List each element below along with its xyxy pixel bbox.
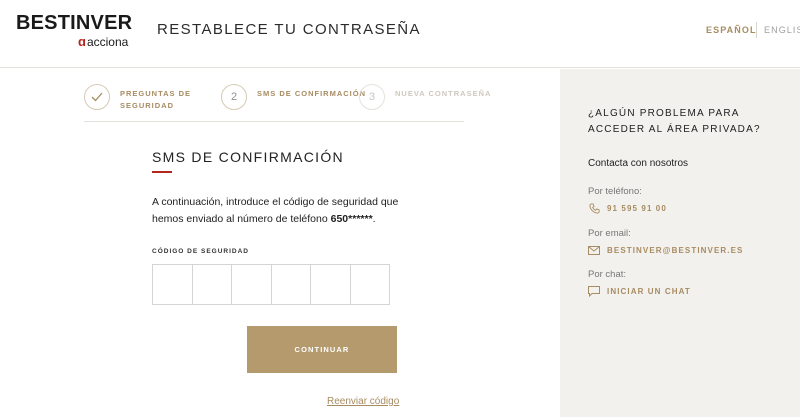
phone-link[interactable]: 91 595 91 00 <box>588 202 667 214</box>
code-digit-1-input[interactable] <box>152 264 193 305</box>
chat-icon <box>588 285 600 297</box>
mail-icon <box>588 244 600 256</box>
acciona-logo: ɑacciona <box>78 34 128 49</box>
email-label: Por email: <box>588 228 631 239</box>
masked-phone-number: 650****** <box>330 213 373 225</box>
page-title: RESTABLECE TU CONTRASEÑA <box>157 21 421 38</box>
contact-heading: Contacta con nosotros <box>588 158 689 169</box>
logo-wordmark: BESTINVER <box>16 12 133 34</box>
security-code-input-group <box>152 264 390 305</box>
language-english-link[interactable]: ENGLISH <box>764 25 800 35</box>
email-address: BESTINVER@BESTINVER.ES <box>607 245 744 255</box>
acciona-mark-icon: ɑ <box>78 34 86 49</box>
bestinver-logo[interactable]: BESTINVER ɑacciona <box>16 12 133 49</box>
chat-link[interactable]: INICIAR UN CHAT <box>588 285 691 297</box>
instructions-line-1: A continuación, introduce el código de s… <box>152 196 399 208</box>
step-number: 3 <box>359 84 385 110</box>
phone-icon <box>588 202 600 214</box>
language-divider <box>756 22 757 38</box>
help-title: ¿ALGÚN PROBLEMA PARA ACCEDER AL ÁREA PRI… <box>588 108 761 135</box>
step-label: SMS DE CONFIRMACIÓN <box>257 89 366 98</box>
section-title: SMS DE CONFIRMACIÓN <box>152 149 344 165</box>
resend-code-link[interactable]: Reenviar código <box>327 396 399 407</box>
instructions-period: . <box>372 213 376 225</box>
code-digit-5-input[interactable] <box>310 264 351 305</box>
phone-label: Por teléfono: <box>588 186 642 197</box>
instructions-line-2: hemos enviado al número de teléfono <box>152 213 331 225</box>
code-digit-3-input[interactable] <box>231 264 272 305</box>
chat-label: Por chat: <box>588 269 627 280</box>
step-label: PREGUNTAS DE SEGURIDAD <box>120 89 192 110</box>
step-number: 2 <box>221 84 247 110</box>
stepper: PREGUNTAS DE SEGURIDAD 2 SMS DE CONFIRMA… <box>84 80 490 122</box>
security-code-label: CÓDIGO DE SEGURIDAD <box>152 248 250 255</box>
chat-link-label: INICIAR UN CHAT <box>607 286 691 296</box>
acciona-wordmark: acciona <box>86 35 129 49</box>
phone-number: 91 595 91 00 <box>607 203 667 213</box>
step-done-check-icon <box>84 84 110 110</box>
continue-button[interactable]: CONTINUAR <box>247 326 397 373</box>
step-label: NUEVA CONTRASEÑA <box>395 89 492 98</box>
code-digit-2-input[interactable] <box>191 264 232 305</box>
instructions-text: A continuación, introduce el código de s… <box>152 194 412 228</box>
header: BESTINVER ɑacciona RESTABLECE TU CONTRAS… <box>0 0 800 68</box>
code-digit-4-input[interactable] <box>270 264 311 305</box>
code-digit-6-input[interactable] <box>349 264 390 305</box>
language-spanish-link[interactable]: ESPAÑOL <box>706 25 757 35</box>
email-link[interactable]: BESTINVER@BESTINVER.ES <box>588 244 743 256</box>
help-sidebar: ¿ALGÚN PROBLEMA PARA ACCEDER AL ÁREA PRI… <box>560 69 800 417</box>
title-underline <box>152 171 172 173</box>
